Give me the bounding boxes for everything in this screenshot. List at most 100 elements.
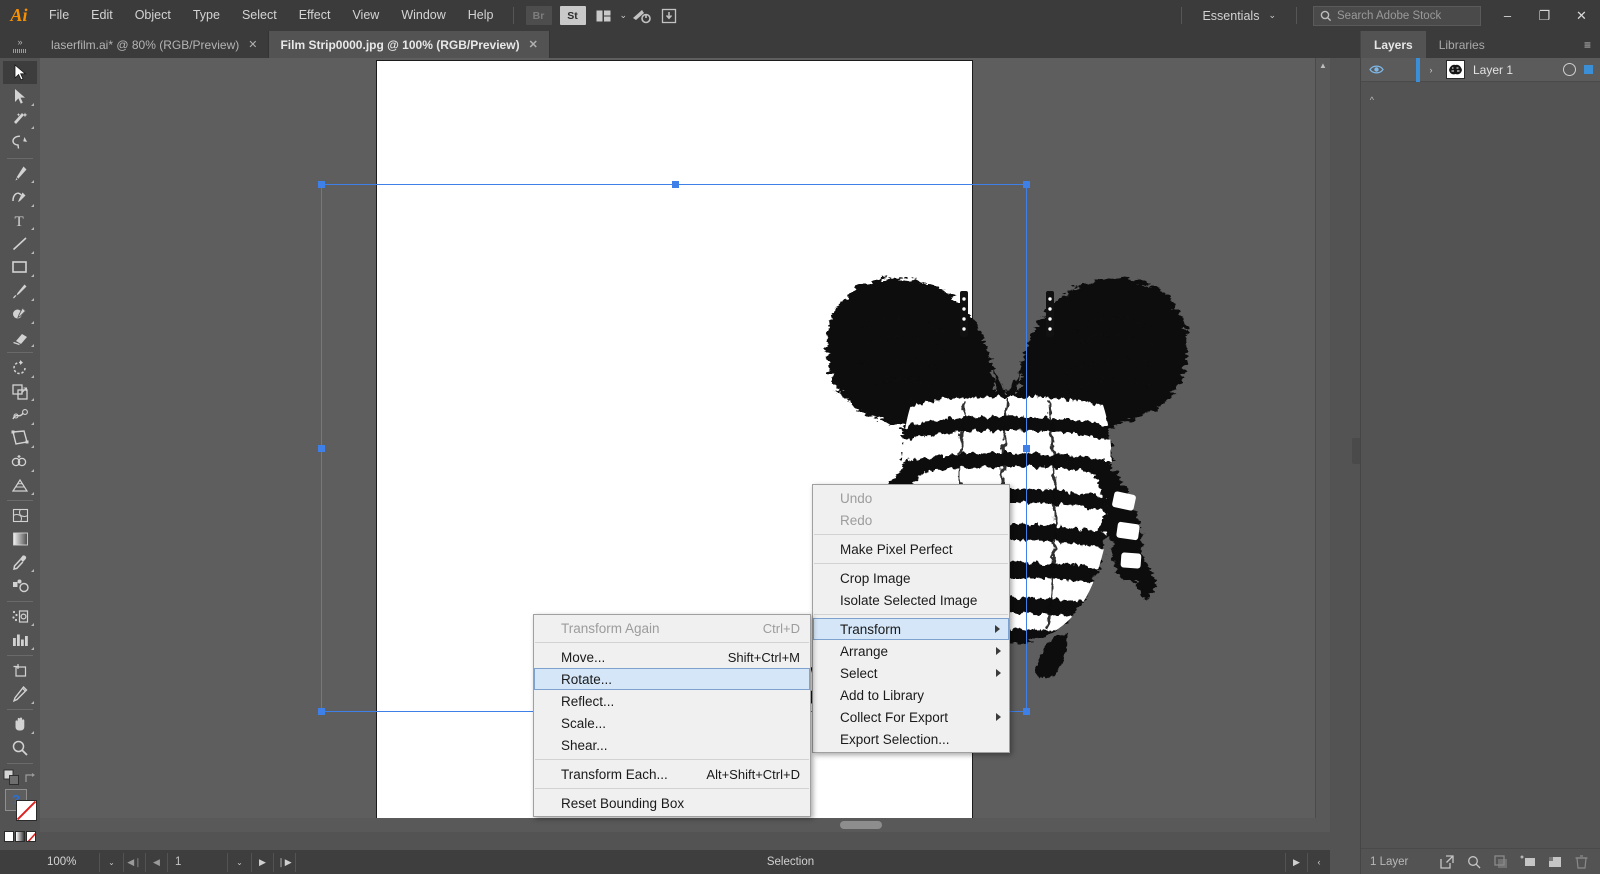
column-graph-tool[interactable]: [3, 628, 37, 651]
submenu-item-transform-each[interactable]: Transform Each... Alt+Shift+Ctrl+D: [534, 763, 810, 785]
gradient-swatch-button[interactable]: [15, 830, 25, 842]
direct-selection-tool[interactable]: [3, 84, 37, 107]
context-menu-item-collect-for-export[interactable]: Collect For Export: [813, 706, 1009, 728]
context-menu-item-isolate-selected-image[interactable]: Isolate Selected Image: [813, 589, 1009, 611]
layers-list[interactable]: › Layer 1: [1361, 57, 1600, 824]
tab-libraries[interactable]: Libraries: [1426, 31, 1498, 58]
context-menu-item-make-pixel-perfect[interactable]: Make Pixel Perfect: [813, 538, 1009, 560]
last-artboard-button[interactable]: ❘▶: [274, 852, 296, 872]
layer-row[interactable]: › Layer 1: [1361, 57, 1600, 82]
context-menu-item-select[interactable]: Select: [813, 662, 1009, 684]
selection-handle-top-center[interactable]: [672, 181, 679, 188]
zoom-chevron-down-icon[interactable]: ⌄: [100, 852, 124, 872]
free-transform-tool[interactable]: [3, 427, 37, 450]
selection-handle-bottom-right[interactable]: [1023, 708, 1030, 715]
mesh-tool[interactable]: [3, 504, 37, 527]
rectangle-tool[interactable]: [3, 256, 37, 279]
panel-collapse-chevron-icon[interactable]: ^: [1370, 95, 1374, 105]
rotate-tool[interactable]: [3, 356, 37, 379]
status-tool-label[interactable]: Selection: [296, 852, 1286, 872]
rocket-icon[interactable]: [629, 4, 653, 28]
menu-window[interactable]: Window: [390, 0, 456, 31]
canvas-horizontal-scrollbar[interactable]: [40, 818, 1330, 832]
close-button[interactable]: ✕: [1563, 0, 1600, 31]
width-tool[interactable]: [3, 403, 37, 426]
panel-expand-arrows[interactable]: »: [0, 31, 40, 58]
horizontal-scroll-thumb[interactable]: [840, 821, 882, 829]
selection-handle-middle-left[interactable]: [318, 445, 325, 452]
swap-fill-stroke-icon[interactable]: [24, 771, 38, 785]
arrange-chevron-down-icon[interactable]: ⌄: [620, 10, 628, 21]
menu-file[interactable]: File: [38, 0, 80, 31]
zoom-level-field[interactable]: 100%: [40, 852, 100, 872]
submenu-item-reflect[interactable]: Reflect...: [534, 690, 810, 712]
create-new-sublayer-icon[interactable]: [1514, 849, 1541, 874]
artboard-tool[interactable]: [3, 659, 37, 682]
artboard-chevron-down-icon[interactable]: ⌄: [228, 852, 252, 872]
workspace-switcher[interactable]: Essentials ⌄: [1190, 5, 1288, 27]
stock-search-field[interactable]: Search Adobe Stock: [1313, 5, 1481, 26]
bridge-button[interactable]: Br: [525, 6, 552, 25]
make-clipping-mask-icon[interactable]: [1487, 849, 1514, 874]
layer-target-circle-icon[interactable]: [1559, 63, 1579, 76]
transform-submenu[interactable]: Transform Again Ctrl+D Move... Shift+Ctr…: [533, 614, 811, 817]
context-menu-item-export-selection[interactable]: Export Selection...: [813, 728, 1009, 750]
slice-tool[interactable]: [3, 682, 37, 705]
next-artboard-button[interactable]: ▶: [252, 852, 274, 872]
eraser-tool[interactable]: [3, 326, 37, 349]
magic-wand-tool[interactable]: [3, 108, 37, 131]
eyedropper-tool[interactable]: [3, 551, 37, 574]
symbol-sprayer-tool[interactable]: [3, 605, 37, 628]
perspective-grid-tool[interactable]: [3, 474, 37, 497]
paintbrush-tool[interactable]: [3, 279, 37, 302]
selection-handle-middle-right[interactable]: [1023, 445, 1030, 452]
menu-object[interactable]: Object: [124, 0, 182, 31]
restore-button[interactable]: ❐: [1526, 0, 1563, 31]
fill-stroke-swatches[interactable]: ?: [3, 788, 37, 822]
none-swatch-button[interactable]: [26, 830, 36, 842]
submenu-item-reset-bounding-box[interactable]: Reset Bounding Box: [534, 792, 810, 814]
blend-tool[interactable]: [3, 574, 37, 597]
arrange-documents-icon[interactable]: [592, 4, 616, 28]
tab-laserfilm[interactable]: laserfilm.ai* @ 80% (RGB/Preview) ✕: [40, 31, 270, 58]
context-menu-item-arrange[interactable]: Arrange: [813, 640, 1009, 662]
menu-select[interactable]: Select: [231, 0, 288, 31]
tab-film-strip[interactable]: Film Strip0000.jpg @ 100% (RGB/Preview) …: [269, 31, 550, 58]
menu-effect[interactable]: Effect: [288, 0, 342, 31]
scale-tool[interactable]: [3, 380, 37, 403]
menu-type[interactable]: Type: [182, 0, 231, 31]
shape-builder-tool[interactable]: [3, 450, 37, 473]
selection-handle-top-left[interactable]: [318, 181, 325, 188]
context-menu[interactable]: Undo Redo Make Pixel Perfect Crop Image …: [812, 484, 1010, 753]
first-artboard-button[interactable]: ◀❘: [124, 852, 146, 872]
create-new-layer-icon[interactable]: [1541, 849, 1568, 874]
tab-close-icon[interactable]: ✕: [248, 38, 257, 51]
minimize-button[interactable]: –: [1489, 0, 1526, 31]
status-expand-button[interactable]: ▶: [1286, 852, 1308, 872]
stroke-swatch[interactable]: [16, 799, 37, 821]
line-segment-tool[interactable]: [3, 232, 37, 255]
panel-collapse-handle[interactable]: [1352, 438, 1360, 464]
panel-menu-icon[interactable]: ≡: [1575, 31, 1600, 58]
shaper-tool[interactable]: [3, 303, 37, 326]
search-layer-icon[interactable]: [1460, 849, 1487, 874]
zoom-tool[interactable]: [3, 736, 37, 759]
pen-tool[interactable]: [3, 162, 37, 185]
context-menu-item-crop-image[interactable]: Crop Image: [813, 567, 1009, 589]
menu-edit[interactable]: Edit: [80, 0, 124, 31]
delete-selection-icon[interactable]: [1568, 849, 1595, 874]
selection-handle-top-right[interactable]: [1023, 181, 1030, 188]
status-collapse-button[interactable]: ‹: [1308, 853, 1330, 872]
hand-tool[interactable]: [3, 713, 37, 736]
gradient-tool[interactable]: [3, 528, 37, 551]
artboard-number-field[interactable]: 1: [168, 852, 228, 872]
scroll-up-arrow-icon[interactable]: ▲: [1316, 58, 1330, 73]
canvas-vertical-scrollbar[interactable]: ▲ ▼: [1315, 58, 1330, 832]
tab-layers[interactable]: Layers: [1361, 31, 1426, 58]
menu-view[interactable]: View: [341, 0, 390, 31]
locate-object-icon[interactable]: [1433, 849, 1460, 874]
color-swatch-button[interactable]: [4, 830, 14, 842]
layer-expand-chevron-icon[interactable]: ›: [1420, 65, 1442, 75]
selection-handle-bottom-left[interactable]: [318, 708, 325, 715]
default-fill-stroke-icon[interactable]: [3, 769, 21, 787]
